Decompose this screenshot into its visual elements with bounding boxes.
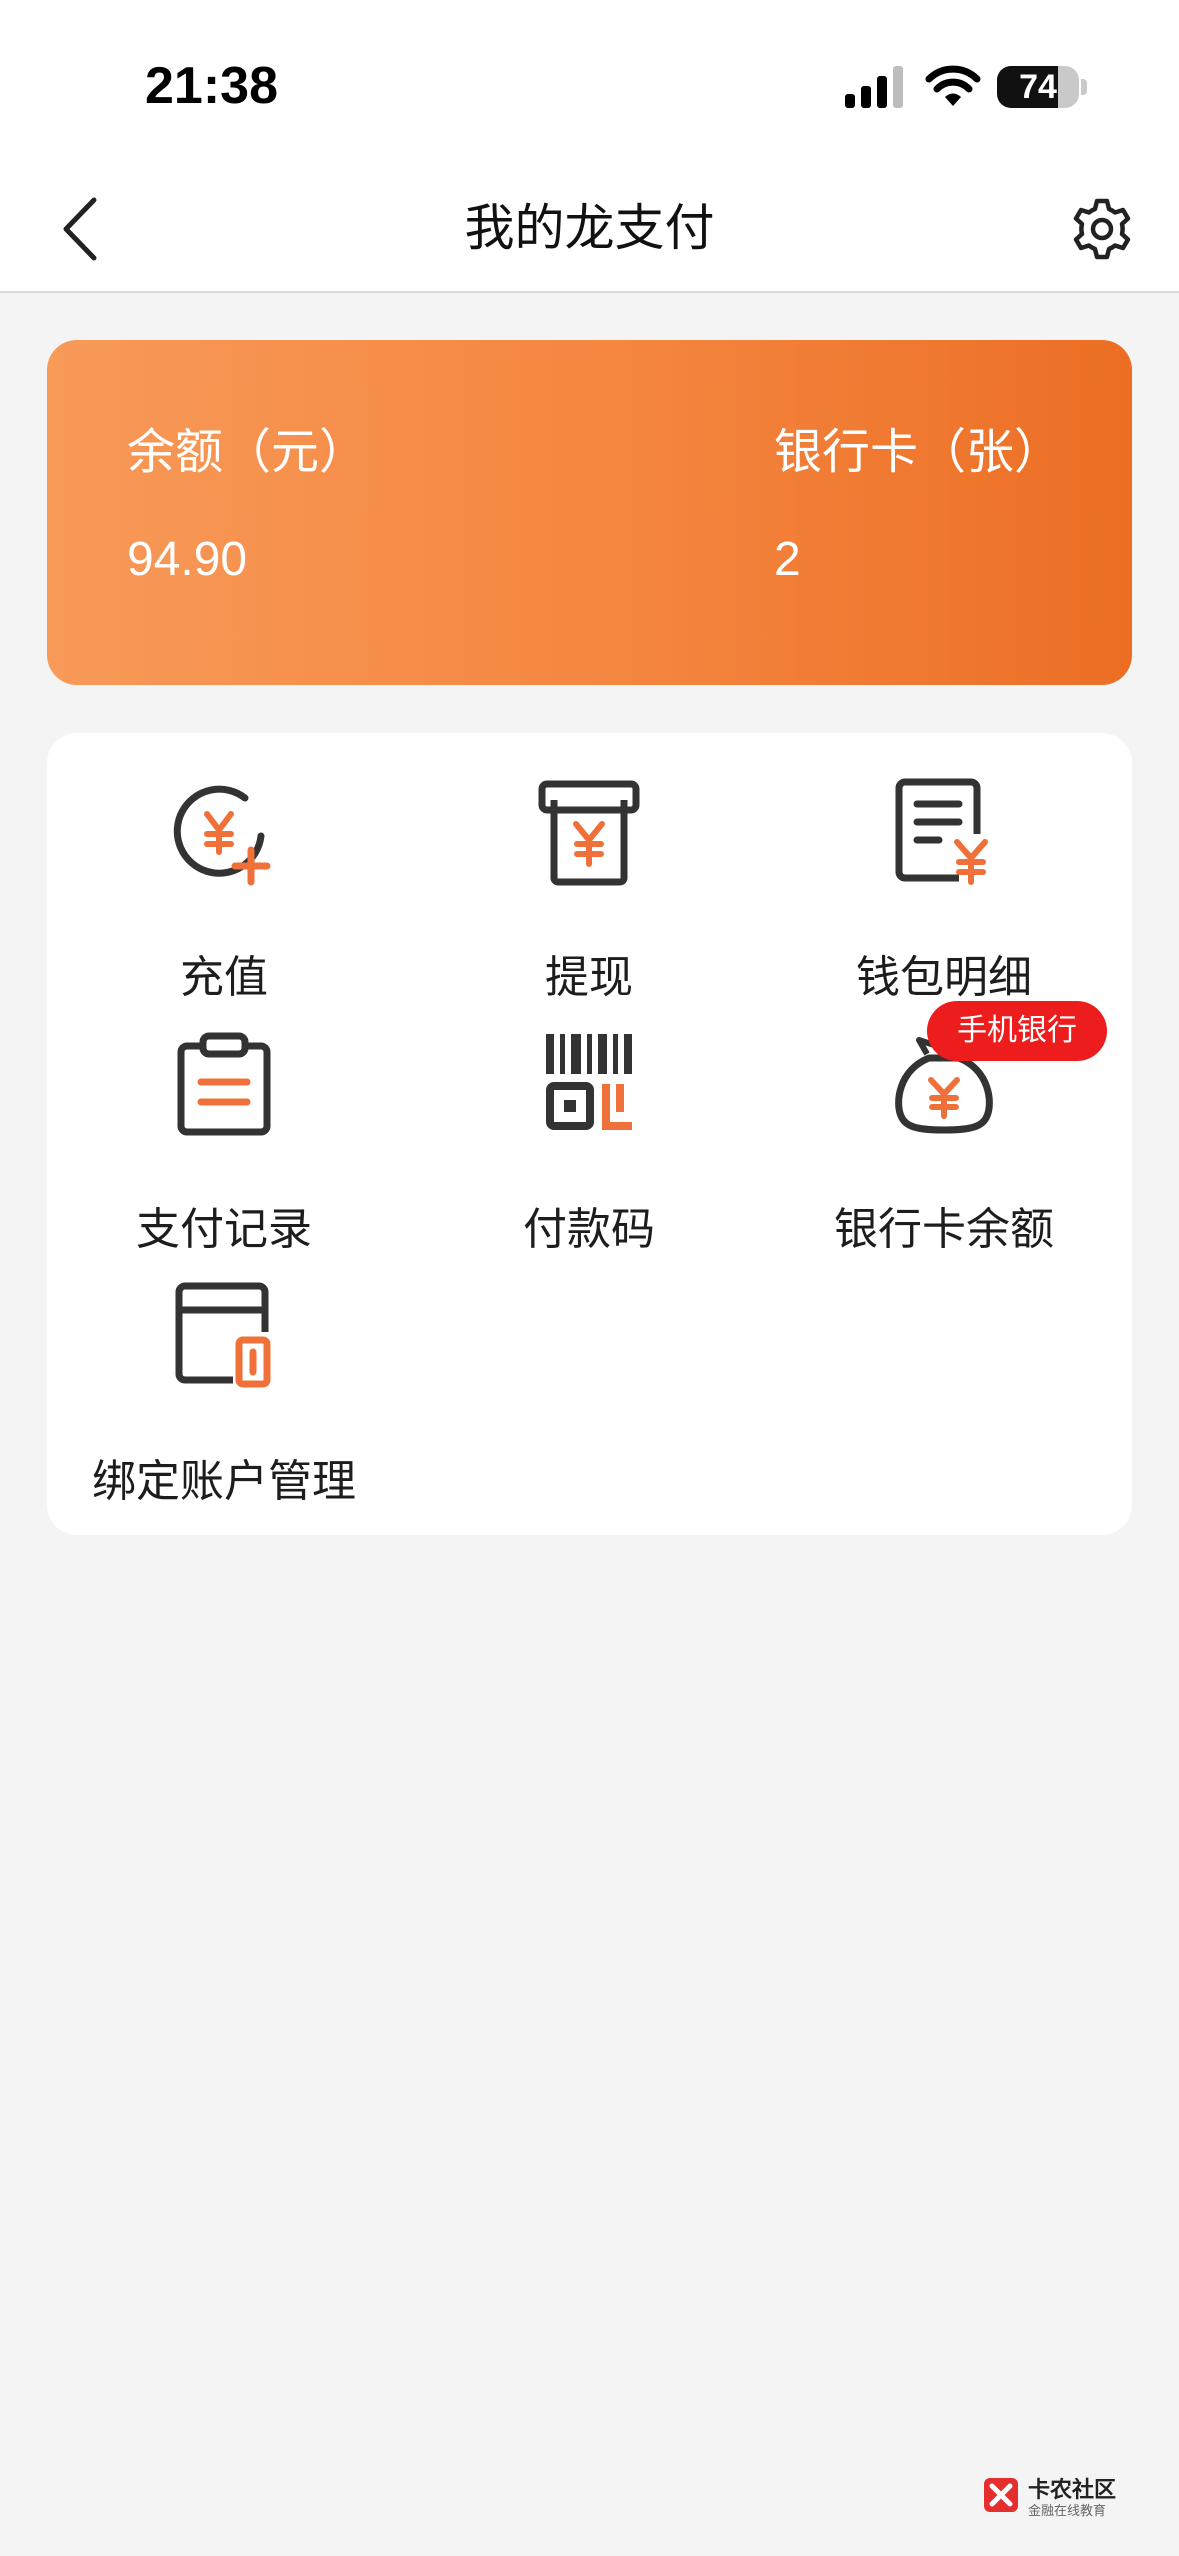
menu-label: 支付记录 bbox=[136, 1204, 312, 1255]
cellular-signal-icon bbox=[845, 66, 903, 108]
bank-cards-label: 银行卡（张） bbox=[774, 424, 1063, 480]
menu-item-payment-code[interactable]: 付款码 bbox=[419, 1030, 759, 1270]
recharge-icon bbox=[173, 785, 271, 886]
menu-item-wallet-details[interactable]: 钱包明细 bbox=[774, 778, 1114, 1018]
menu-item-bank-card-balance[interactable]: 银行卡余额 bbox=[774, 1030, 1114, 1270]
status-time: 21:38 bbox=[145, 57, 278, 115]
function-menu: 充值 提现 钱包明细 支付记录 付款码 银行卡余额 绑定账户管理 手机银行 bbox=[47, 733, 1132, 1535]
bind-account-icon bbox=[175, 1282, 271, 1388]
page-title: 我的龙支付 bbox=[464, 199, 715, 257]
menu-item-withdraw[interactable]: 提现 bbox=[419, 778, 759, 1018]
bank-cards-stat[interactable]: 银行卡（张） 2 bbox=[774, 420, 1062, 592]
battery-level: 74 bbox=[1019, 68, 1057, 106]
menu-label: 充值 bbox=[180, 952, 268, 1003]
mobile-banking-badge: 手机银行 bbox=[927, 1001, 1107, 1061]
bank-cards-value: 2 bbox=[774, 533, 801, 586]
kanong-logo-icon bbox=[984, 2478, 1018, 2512]
menu-item-bind-account[interactable]: 绑定账户管理 bbox=[54, 1282, 394, 1522]
community-watermark: 卡农社区 金融在线教育 bbox=[980, 2472, 1130, 2522]
menu-label: 付款码 bbox=[523, 1204, 655, 1255]
payment-records-icon bbox=[177, 1032, 271, 1136]
payment-code-icon bbox=[546, 1034, 632, 1130]
menu-label: 提现 bbox=[545, 952, 633, 1003]
battery-tip bbox=[1081, 79, 1087, 95]
balance-stat[interactable]: 余额（元） 94.90 bbox=[127, 420, 367, 592]
watermark-subtitle: 金融在线教育 bbox=[1028, 2504, 1107, 2519]
balance-summary-card: 余额（元） 94.90 银行卡（张） 2 bbox=[47, 340, 1132, 685]
balance-label: 余额（元） bbox=[127, 424, 368, 480]
menu-item-payment-records[interactable]: 支付记录 bbox=[54, 1030, 394, 1270]
balance-value: 94.90 bbox=[127, 533, 248, 586]
menu-label: 钱包明细 bbox=[856, 952, 1032, 1003]
status-bar: 21:38 74 bbox=[0, 0, 1179, 165]
wifi-icon bbox=[925, 65, 981, 106]
battery-icon: 74 bbox=[997, 66, 1079, 108]
menu-item-recharge[interactable]: 充值 bbox=[54, 778, 394, 1018]
menu-label: 银行卡余额 bbox=[834, 1204, 1054, 1255]
nav-bar: 我的龙支付 bbox=[0, 165, 1179, 293]
withdraw-icon bbox=[538, 780, 640, 886]
settings-gear-icon[interactable] bbox=[1068, 195, 1136, 263]
menu-label: 绑定账户管理 bbox=[92, 1456, 356, 1507]
wallet-details-icon bbox=[895, 778, 988, 885]
